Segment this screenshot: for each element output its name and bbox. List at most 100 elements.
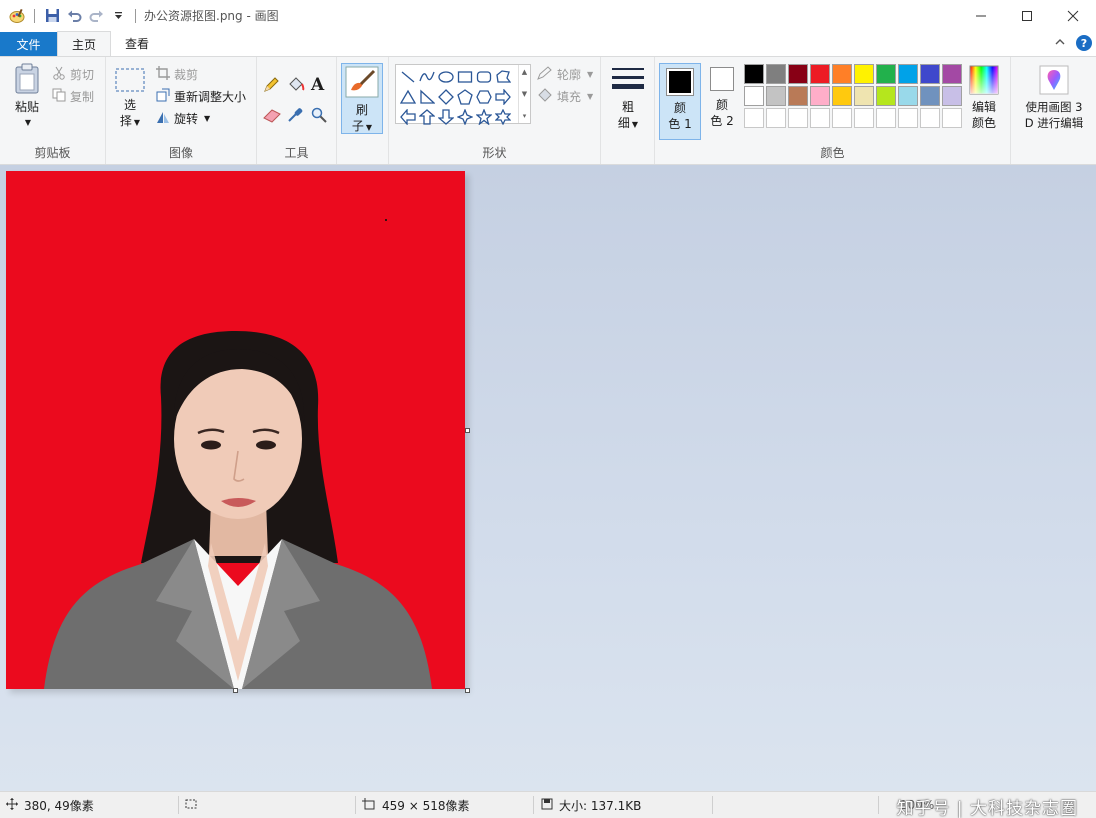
crop-button[interactable]: 裁剪 — [156, 66, 198, 83]
save-icon[interactable] — [43, 7, 61, 25]
fill-bucket-icon[interactable] — [287, 77, 305, 96]
palette-swatch[interactable] — [832, 86, 852, 106]
palette-swatch[interactable] — [854, 64, 874, 84]
palette-swatch[interactable] — [942, 86, 962, 106]
palette-swatch[interactable] — [876, 64, 896, 84]
palette-swatch[interactable] — [810, 86, 830, 106]
paste-button[interactable]: 粘贴 ▼ — [8, 63, 46, 131]
rotate-button[interactable]: 旋转 ▼ — [156, 110, 210, 127]
minimize-button[interactable] — [958, 0, 1004, 31]
palette-swatch[interactable] — [920, 108, 940, 128]
palette-swatch[interactable] — [942, 64, 962, 84]
crop-icon — [156, 66, 170, 83]
palette-swatch[interactable] — [898, 64, 918, 84]
maximize-button[interactable] — [1004, 0, 1050, 31]
color-picker-icon[interactable] — [287, 107, 303, 126]
palette-swatch[interactable] — [766, 108, 786, 128]
diamond-shape-icon[interactable] — [436, 87, 455, 107]
six-point-star-shape-icon[interactable] — [493, 107, 512, 127]
text-tool-icon[interactable]: A — [311, 75, 324, 95]
palette-swatch[interactable] — [788, 108, 808, 128]
right-arrow-shape-icon[interactable] — [493, 87, 512, 107]
tab-file[interactable]: 文件 — [0, 32, 57, 56]
size-button[interactable]: 粗 细 ▼ — [609, 65, 647, 133]
brushes-button[interactable]: 刷 子 ▼ — [341, 63, 383, 134]
magnifier-icon[interactable] — [311, 107, 327, 126]
status-divider — [533, 796, 534, 814]
outline-button[interactable]: 轮廓 ▼ — [537, 66, 593, 83]
palette-swatch[interactable] — [788, 86, 808, 106]
pentagon-shape-icon[interactable] — [455, 87, 474, 107]
close-button[interactable] — [1050, 0, 1096, 31]
palette-swatch[interactable] — [854, 108, 874, 128]
color2-button[interactable]: 颜 色 2 — [701, 67, 743, 129]
resize-handle-right[interactable] — [465, 428, 470, 433]
cursor-position-text: 380, 49像素 — [24, 798, 94, 813]
paint3d-button[interactable]: 使用画图 3 D 进行编辑 — [1015, 65, 1093, 131]
resize-button[interactable]: 重新调整大小 — [156, 88, 246, 105]
rectangle-shape-icon[interactable] — [455, 67, 474, 87]
scroll-down-icon[interactable]: ▼ — [522, 90, 527, 98]
curve-shape-icon[interactable] — [417, 67, 436, 87]
palette-swatch[interactable] — [788, 64, 808, 84]
tab-home[interactable]: 主页 — [57, 31, 112, 56]
palette-swatch[interactable] — [744, 108, 764, 128]
drawing-canvas[interactable] — [6, 171, 465, 689]
palette-swatch[interactable] — [832, 64, 852, 84]
palette-swatch[interactable] — [920, 64, 940, 84]
tab-view[interactable]: 查看 — [111, 31, 163, 56]
select-button[interactable]: 选 择 ▼ — [112, 67, 148, 131]
line-shape-icon[interactable] — [398, 67, 417, 87]
five-point-star-shape-icon[interactable] — [474, 107, 493, 127]
collapse-ribbon-chevron-icon[interactable] — [1054, 36, 1066, 50]
palette-swatch[interactable] — [920, 86, 940, 106]
shapes-expand-icon[interactable]: ▾ — [523, 112, 527, 120]
palette-swatch[interactable] — [810, 64, 830, 84]
up-arrow-shape-icon[interactable] — [417, 107, 436, 127]
edit-colors-button[interactable]: 编辑 颜色 — [965, 65, 1003, 131]
palette-swatch[interactable] — [854, 86, 874, 106]
palette-swatch[interactable] — [744, 64, 764, 84]
hexagon-shape-icon[interactable] — [474, 87, 493, 107]
canvas-workspace[interactable] — [0, 165, 1096, 791]
paste-label: 粘贴 — [14, 100, 39, 114]
group-shapes: ▲ ▼ ▾ 轮廓 ▼ 填充 ▼ 形状 — [389, 57, 601, 164]
down-arrow-shape-icon[interactable] — [436, 107, 455, 127]
rotate-dropdown-chevron-icon[interactable]: ▼ — [204, 114, 210, 123]
palette-swatch[interactable] — [942, 108, 962, 128]
palette-swatch[interactable] — [766, 86, 786, 106]
palette-swatch[interactable] — [766, 64, 786, 84]
palette-swatch[interactable] — [832, 108, 852, 128]
rounded-rectangle-shape-icon[interactable] — [474, 67, 493, 87]
resize-handle-corner[interactable] — [465, 688, 470, 693]
scroll-up-icon[interactable]: ▲ — [522, 68, 527, 76]
cut-button[interactable]: 剪切 — [52, 66, 94, 83]
color-spectrum-icon — [969, 65, 999, 99]
fill-button[interactable]: 填充 ▼ — [537, 88, 593, 105]
file-size-text: 大小: 137.1KB — [559, 798, 642, 813]
help-icon[interactable]: ? — [1076, 35, 1092, 51]
right-triangle-shape-icon[interactable] — [417, 87, 436, 107]
customize-qat-chevron-icon[interactable] — [109, 7, 127, 25]
paste-dropdown-chevron-icon[interactable]: ▼ — [25, 115, 31, 131]
redo-icon[interactable] — [87, 7, 105, 25]
pencil-icon[interactable] — [263, 77, 279, 96]
shapes-scrollbar[interactable]: ▲ ▼ ▾ — [518, 65, 530, 123]
resize-handle-bottom[interactable] — [233, 688, 238, 693]
window-title: 办公资源抠图.png - 画图 — [144, 9, 279, 23]
four-point-star-shape-icon[interactable] — [455, 107, 474, 127]
palette-swatch[interactable] — [810, 108, 830, 128]
palette-swatch[interactable] — [898, 108, 918, 128]
palette-swatch[interactable] — [876, 108, 896, 128]
undo-icon[interactable] — [65, 7, 83, 25]
palette-swatch[interactable] — [898, 86, 918, 106]
triangle-shape-icon[interactable] — [398, 87, 417, 107]
eraser-icon[interactable] — [263, 109, 281, 126]
palette-swatch[interactable] — [876, 86, 896, 106]
color1-button[interactable]: 颜 色 1 — [659, 63, 701, 140]
polygon-shape-icon[interactable] — [493, 67, 512, 87]
left-arrow-shape-icon[interactable] — [398, 107, 417, 127]
copy-button[interactable]: 复制 — [52, 88, 94, 105]
palette-swatch[interactable] — [744, 86, 764, 106]
oval-shape-icon[interactable] — [436, 67, 455, 87]
